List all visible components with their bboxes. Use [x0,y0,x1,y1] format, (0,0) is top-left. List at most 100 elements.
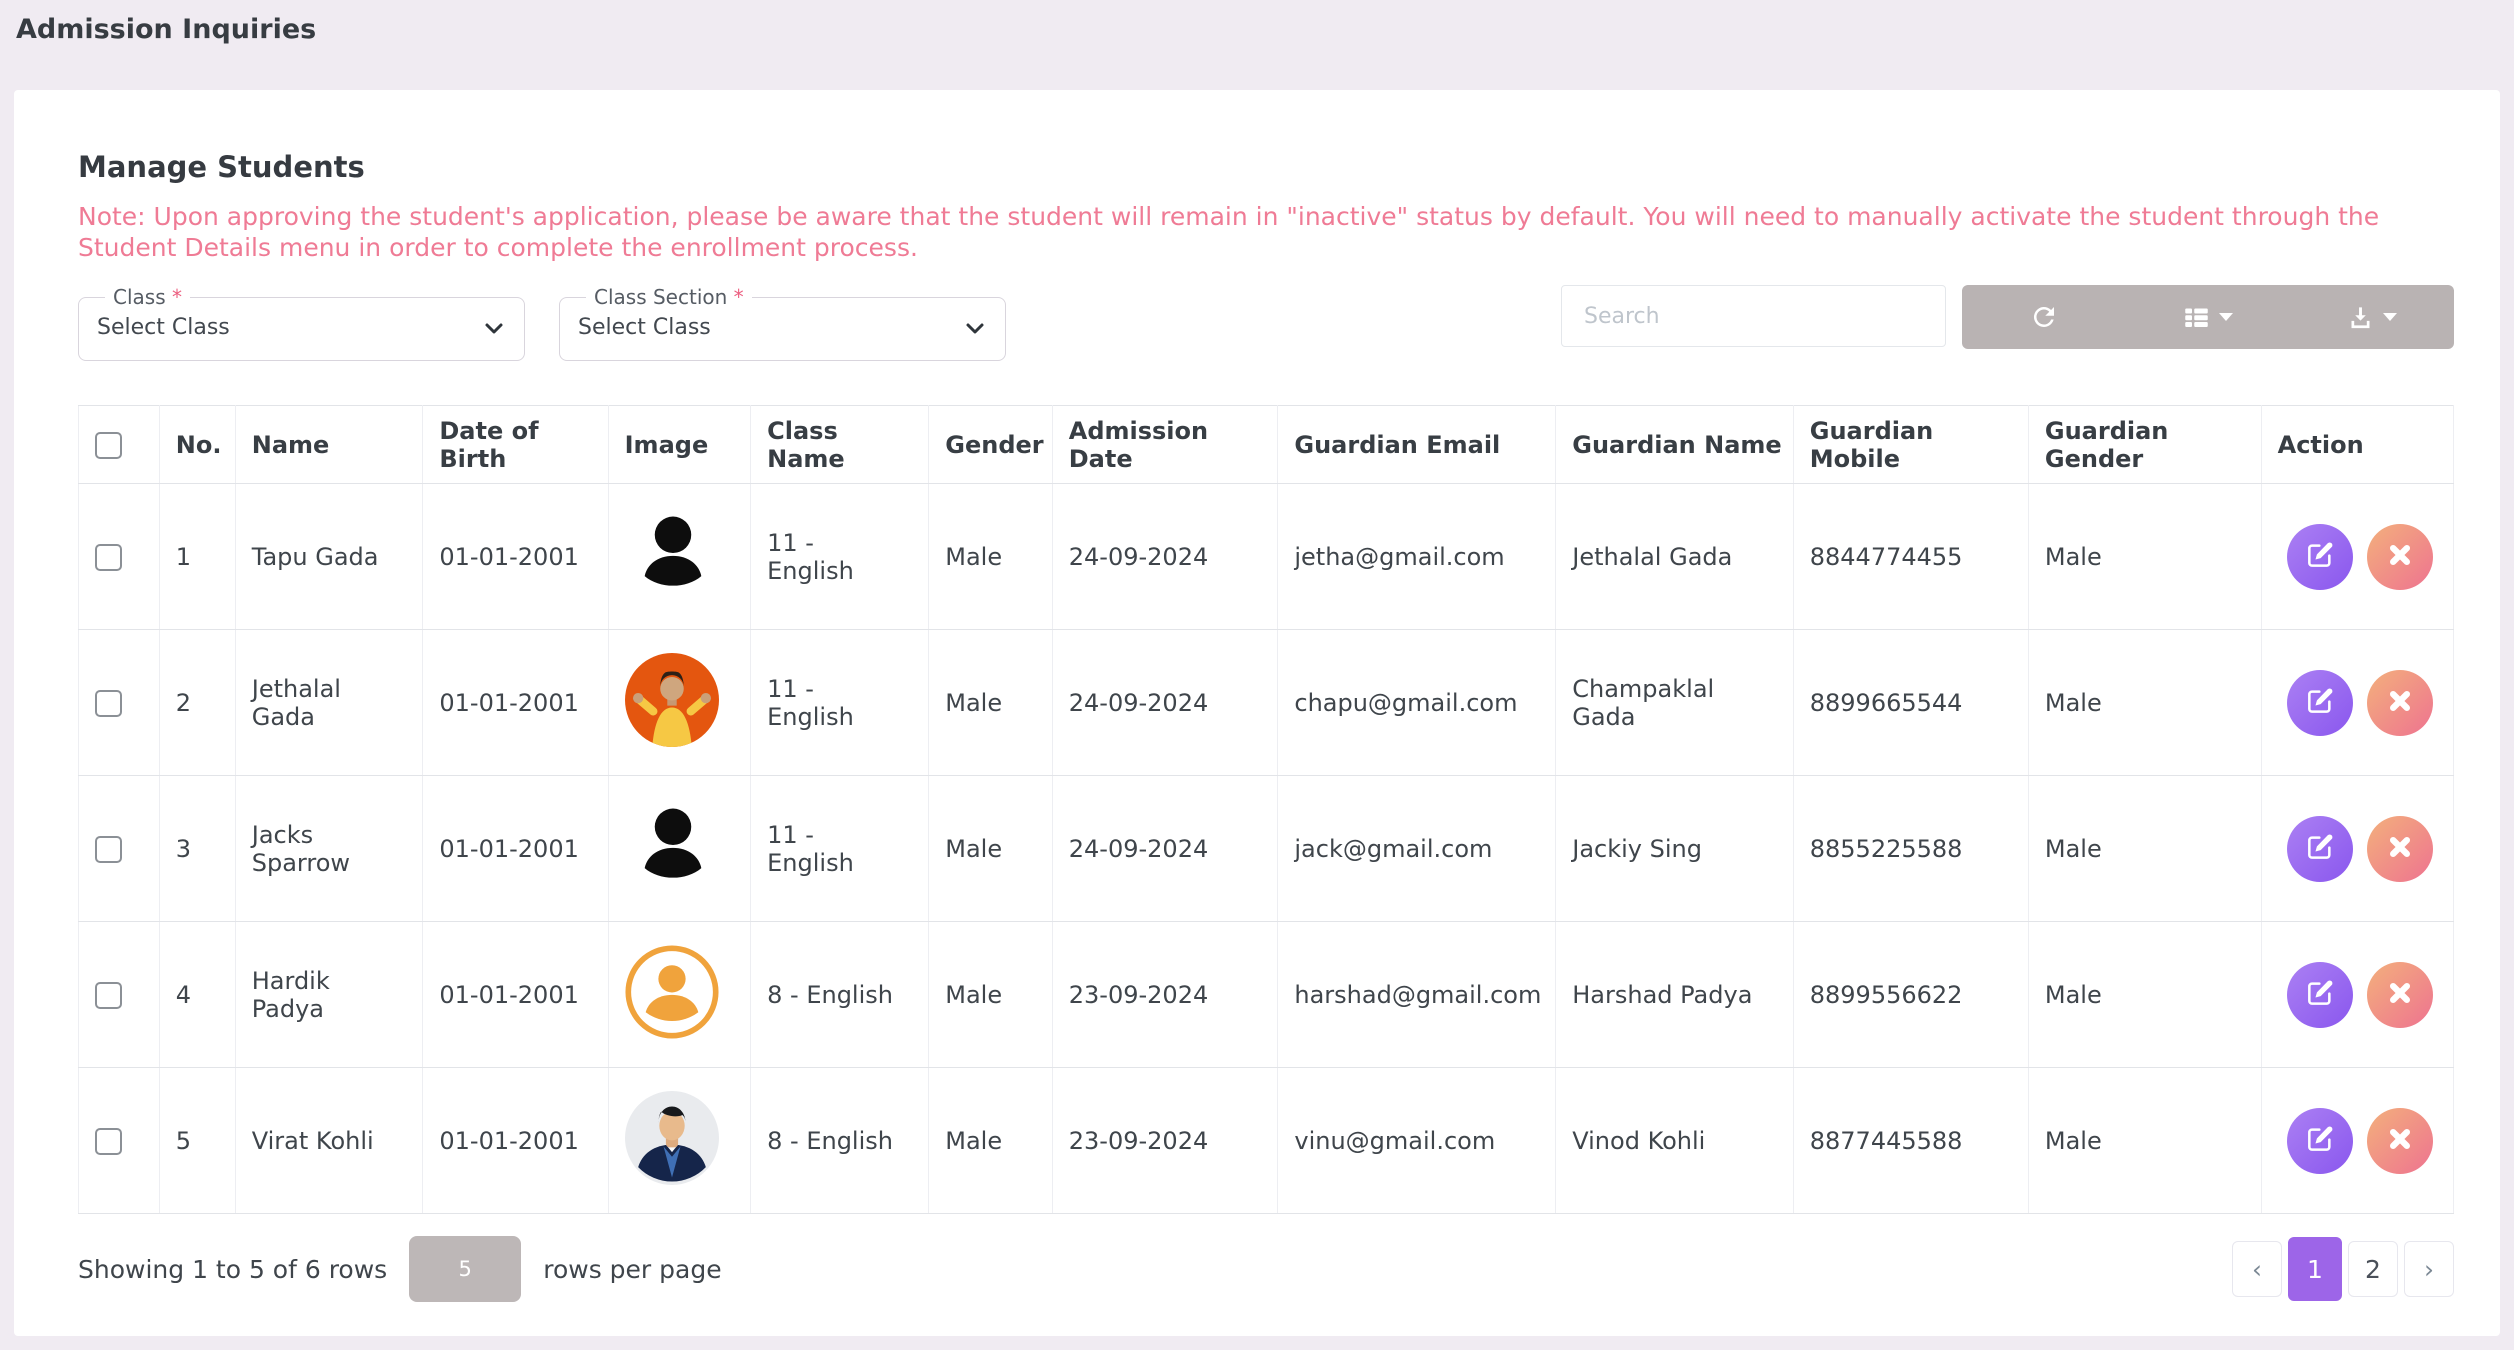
cell-image [608,1068,751,1214]
table-header-row: No.NameDate of BirthImageClass NameGende… [79,406,2454,484]
edit-button[interactable] [2287,1108,2353,1174]
cell-guardian-name: Vinod Kohli [1556,1068,1794,1214]
cell-guardian-name: Jethalal Gada [1556,484,1794,630]
columns-dropdown-button[interactable] [2126,285,2290,349]
row-select-cell [79,922,160,1068]
user-silhouette-black [625,798,721,894]
pagination: ‹12› [2232,1237,2454,1301]
user-silhouette-black [625,506,721,602]
row-select-cell [79,1068,160,1214]
cell-guardian-gender: Male [2028,630,2261,776]
pagination-prev-button[interactable]: ‹ [2232,1241,2282,1297]
cell-class-name: 11 - English [751,484,929,630]
delete-button[interactable] [2367,816,2433,882]
column-header-name: Name [235,406,423,484]
row-checkbox[interactable] [95,690,122,717]
edit-icon [2304,831,2336,866]
cell-date-of-birth: 01-01-2001 [423,776,608,922]
cell-guardian-name: Jackiy Sing [1556,776,1794,922]
cell-class-name: 8 - English [751,922,929,1068]
table-row: 1 Tapu Gada 01-01-2001 11 - English Male… [79,484,2454,630]
cell-class-name: 11 - English [751,776,929,922]
row-select-cell [79,484,160,630]
column-header-guardian-mobile: Guardian Mobile [1793,406,2028,484]
search-input[interactable] [1561,285,1946,347]
cell-admission-date: 24-09-2024 [1052,630,1278,776]
cell-gender: Male [929,630,1053,776]
cell-action [2261,776,2453,922]
cell-guardian-mobile: 8899665544 [1793,630,2028,776]
table-row: 2 Jethalal Gada 01-01-2001 11 - English … [79,630,2454,776]
close-icon [2385,978,2415,1011]
cell-name: Tapu Gada [235,484,423,630]
cell-guardian-mobile: 8899556622 [1793,922,2028,1068]
cell-class-name: 11 - English [751,630,929,776]
cell-no: 4 [159,922,235,1068]
pagination-page-1[interactable]: 1 [2288,1237,2342,1301]
class-section-select[interactable]: Class Section * Select Class [559,285,1006,361]
chevron-down-icon [482,316,506,340]
cell-gender: Male [929,922,1053,1068]
edit-button[interactable] [2287,524,2353,590]
row-checkbox[interactable] [95,982,122,1009]
top-bar: Admission Inquiries [0,0,2514,90]
export-icon [2347,304,2374,331]
class-select[interactable]: Class * Select Class [78,285,525,361]
cell-no: 3 [159,776,235,922]
pagination-page-2[interactable]: 2 [2348,1241,2398,1297]
edit-icon [2304,685,2336,720]
photo-man-suit [625,1091,719,1185]
pagination-next-button[interactable]: › [2404,1241,2454,1297]
close-icon [2385,1124,2415,1157]
delete-button[interactable] [2367,670,2433,736]
column-header-guardian-name: Guardian Name [1556,406,1794,484]
cell-guardian-gender: Male [2028,1068,2261,1214]
cell-action [2261,630,2453,776]
select-all-checkbox[interactable] [95,432,122,459]
page-size-button[interactable]: 5 [409,1236,521,1302]
class-select-label: Class * [105,285,190,309]
edit-button[interactable] [2287,962,2353,1028]
refresh-button[interactable] [1962,285,2126,349]
cell-name: Jacks Sparrow [235,776,423,922]
cell-guardian-email: jack@gmail.com [1278,776,1556,922]
cell-action [2261,484,2453,630]
cell-gender: Male [929,1068,1053,1214]
table-row: 3 Jacks Sparrow 01-01-2001 11 - English … [79,776,2454,922]
cell-date-of-birth: 01-01-2001 [423,630,608,776]
row-checkbox[interactable] [95,836,122,863]
row-checkbox[interactable] [95,544,122,571]
close-icon [2385,540,2415,573]
filter-toolbar-row: Class * Select Class Class Section * Sel… [78,285,2454,361]
cell-admission-date: 24-09-2024 [1052,484,1278,630]
cell-date-of-birth: 01-01-2001 [423,922,608,1068]
column-header-class-name: Class Name [751,406,929,484]
table-toolbar [1962,285,2454,349]
table-footer: Showing 1 to 5 of 6 rows 5 rows per page… [78,1236,2454,1302]
cell-image [608,922,751,1068]
column-header-guardian-email: Guardian Email [1278,406,1556,484]
edit-button[interactable] [2287,670,2353,736]
edit-button[interactable] [2287,816,2353,882]
delete-button[interactable] [2367,1108,2433,1174]
row-checkbox[interactable] [95,1128,122,1155]
column-header-image: Image [608,406,751,484]
cell-action [2261,922,2453,1068]
table-tools [1561,285,2454,349]
close-icon [2385,832,2415,865]
cell-guardian-name: Harshad Padya [1556,922,1794,1068]
required-asterisk: * [734,285,744,309]
cell-guardian-email: chapu@gmail.com [1278,630,1556,776]
photo-man-orange [625,653,719,747]
cell-gender: Male [929,776,1053,922]
column-header-guardian-gender: Guardian Gender [2028,406,2261,484]
class-select-value: Select Class [97,315,230,340]
rows-per-page-text: rows per page [543,1255,721,1284]
column-header-date-of-birth: Date of Birth [423,406,608,484]
delete-button[interactable] [2367,524,2433,590]
cell-name: Virat Kohli [235,1068,423,1214]
export-dropdown-button[interactable] [2290,285,2454,349]
class-filters: Class * Select Class Class Section * Sel… [78,285,1006,361]
cell-image [608,484,751,630]
delete-button[interactable] [2367,962,2433,1028]
